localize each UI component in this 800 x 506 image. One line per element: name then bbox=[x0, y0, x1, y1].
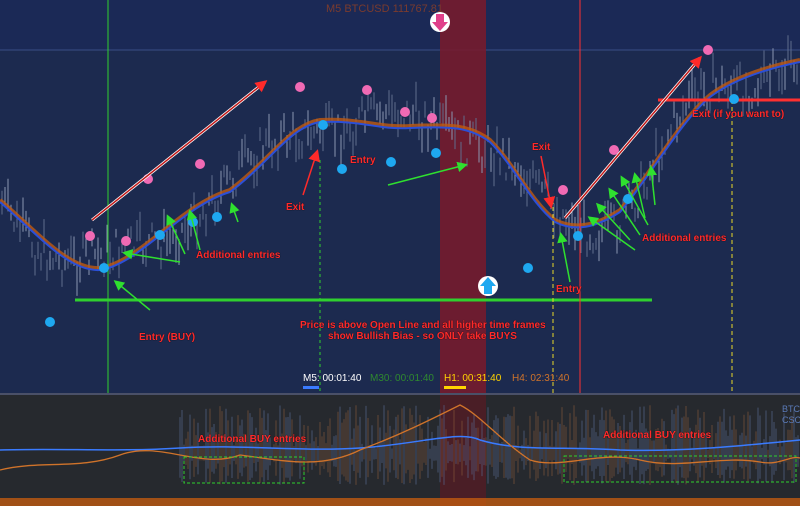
timeframe-m5-bar bbox=[303, 386, 319, 389]
timeframe-h1-bar bbox=[444, 386, 466, 389]
label-additional-buy-entries-1: Additional BUY entries bbox=[198, 434, 307, 445]
timeframe-h1: H1: 00:31:40 bbox=[444, 373, 502, 384]
indicator-label-1: BTC bbox=[782, 404, 800, 414]
bottom-time-strip bbox=[0, 498, 800, 506]
label-additional-entries-2: Additional entries bbox=[642, 233, 727, 244]
label-exit-1: Exit bbox=[286, 202, 305, 213]
chart-title: M5 BTCUSD 111767.81 bbox=[326, 3, 443, 15]
timeframe-m30: M30: 00:01:40 bbox=[370, 373, 434, 384]
timeframe-m5: M5: 00:01:40 bbox=[303, 373, 362, 384]
label-exit-if-you-want: Exit (if you want to) bbox=[692, 109, 785, 120]
label-entry-buy: Entry (BUY) bbox=[139, 332, 196, 343]
label-entry-3: Entry bbox=[556, 284, 582, 295]
timeframe-h4: H4: 02:31:40 bbox=[512, 373, 570, 384]
label-bias-line-1: Price is above Open Line and all higher … bbox=[300, 320, 546, 331]
indicator-label-2: CSC bbox=[782, 415, 800, 425]
label-bias-line-2: show Bullish Bias - so ONLY take BUYS bbox=[328, 331, 517, 342]
label-additional-entries-1: Additional entries bbox=[196, 250, 281, 261]
label-exit-2: Exit bbox=[532, 142, 551, 153]
label-additional-buy-entries-2: Additional BUY entries bbox=[603, 430, 712, 441]
label-entry-2: Entry bbox=[350, 155, 376, 166]
